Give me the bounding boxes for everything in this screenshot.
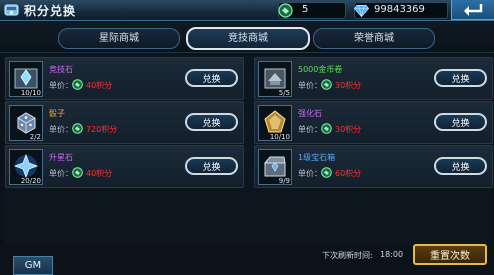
item-grid: 10/10 竞技石 单价： 40积分 兑换 5/5 5000金币卷 单价： 30… bbox=[4, 55, 493, 244]
item-count: 9/9 bbox=[278, 177, 290, 185]
exchange-button[interactable]: 兑换 bbox=[185, 113, 238, 131]
item-card-enhance-stone: 10/10 强化石 单价： 30积分 兑换 bbox=[254, 101, 493, 144]
tab-honor-shop[interactable]: 荣誉商城 bbox=[313, 28, 435, 49]
enhance-stone-icon bbox=[264, 110, 286, 133]
reset-count-button[interactable]: 重置次数 bbox=[413, 244, 487, 265]
price-label: 单价： bbox=[298, 81, 322, 90]
item-icon-frame[interactable]: 5/5 bbox=[258, 61, 292, 97]
point-coin-icon bbox=[321, 79, 332, 90]
item-count: 5/5 bbox=[278, 89, 290, 97]
page-title: 积分兑换 bbox=[24, 4, 77, 18]
gems-value: 99843369 bbox=[374, 4, 425, 15]
tab-arena-shop[interactable]: 竞技商城 bbox=[186, 27, 310, 50]
refresh-time-value: 18:00 bbox=[380, 250, 404, 259]
item-icon-frame[interactable]: 10/10 bbox=[9, 61, 43, 97]
item-count: 10/10 bbox=[269, 133, 290, 141]
point-coin-icon bbox=[321, 167, 332, 178]
back-arrow-icon bbox=[464, 4, 483, 16]
tabs-bar: 星际商城 竞技商城 荣誉商城 bbox=[0, 22, 494, 53]
back-button[interactable] bbox=[451, 0, 494, 20]
price-label: 单价： bbox=[49, 169, 73, 178]
item-count: 20/20 bbox=[20, 177, 41, 185]
exchange-button[interactable]: 兑换 bbox=[434, 157, 487, 175]
refresh-time-label: 下次刷新时间: bbox=[322, 251, 373, 260]
item-count: 2/2 bbox=[29, 133, 41, 141]
diamond-icon bbox=[354, 4, 369, 18]
title-bar: 积分兑换 5 99843369 bbox=[0, 0, 494, 21]
points-display: 5 bbox=[278, 2, 346, 19]
item-name: 1级宝石箱 bbox=[298, 153, 336, 162]
gold-coupon-icon bbox=[264, 68, 286, 89]
item-price: 30积分 bbox=[335, 81, 362, 90]
item-price: 30积分 bbox=[335, 125, 362, 134]
star-stone-icon bbox=[13, 153, 39, 179]
price-label: 单价： bbox=[49, 81, 73, 90]
item-price: 60积分 bbox=[335, 169, 362, 178]
price-label: 单价： bbox=[298, 125, 322, 134]
gem-chest-icon bbox=[263, 156, 286, 177]
item-card-gold-coupon: 5/5 5000金币卷 单价： 30积分 兑换 bbox=[254, 57, 493, 100]
tab-star-shop[interactable]: 星际商城 bbox=[58, 28, 180, 49]
item-icon-frame[interactable]: 2/2 bbox=[9, 105, 43, 141]
point-coin-icon bbox=[72, 167, 83, 178]
item-card-star-stone: 20/20 升星石 单价： 40积分 兑换 bbox=[5, 145, 244, 188]
exchange-icon bbox=[4, 4, 19, 16]
footer-bar: GM 下次刷新时间: 18:00 重置次数 bbox=[0, 244, 494, 275]
item-count: 10/10 bbox=[20, 89, 41, 97]
item-price: 720积分 bbox=[86, 125, 118, 134]
exchange-button[interactable]: 兑换 bbox=[185, 69, 238, 87]
price-label: 单价： bbox=[49, 125, 73, 134]
price-label: 单价： bbox=[298, 169, 322, 178]
item-name: 升星石 bbox=[49, 153, 73, 162]
exchange-button[interactable]: 兑换 bbox=[434, 113, 487, 131]
gm-button[interactable]: GM bbox=[13, 256, 53, 275]
item-price: 40积分 bbox=[86, 81, 113, 90]
item-name: 强化石 bbox=[298, 109, 322, 118]
item-name: 5000金币卷 bbox=[298, 65, 343, 74]
item-name: 竞技石 bbox=[49, 65, 73, 74]
point-coin-icon bbox=[321, 123, 332, 134]
point-coin-icon bbox=[72, 79, 83, 90]
crystal-box-icon bbox=[14, 68, 38, 89]
exchange-button[interactable]: 兑换 bbox=[185, 157, 238, 175]
item-icon-frame[interactable]: 9/9 bbox=[258, 149, 292, 185]
item-card-dice: 2/2 骰子 单价： 720积分 兑换 bbox=[5, 101, 244, 144]
item-icon-frame[interactable]: 20/20 bbox=[9, 149, 43, 185]
item-card-gem-chest: 9/9 1级宝石箱 单价： 60积分 兑换 bbox=[254, 145, 493, 188]
point-coin-icon bbox=[72, 123, 83, 134]
exchange-button[interactable]: 兑换 bbox=[434, 69, 487, 87]
dice-icon bbox=[17, 112, 36, 134]
points-value: 5 bbox=[302, 4, 309, 15]
item-icon-frame[interactable]: 10/10 bbox=[258, 105, 292, 141]
gems-display: 99843369 bbox=[354, 2, 448, 19]
item-price: 40积分 bbox=[86, 169, 113, 178]
point-coin-icon bbox=[278, 3, 293, 18]
item-card-arena-stone: 10/10 竞技石 单价： 40积分 兑换 bbox=[5, 57, 244, 100]
item-name: 骰子 bbox=[49, 109, 65, 118]
